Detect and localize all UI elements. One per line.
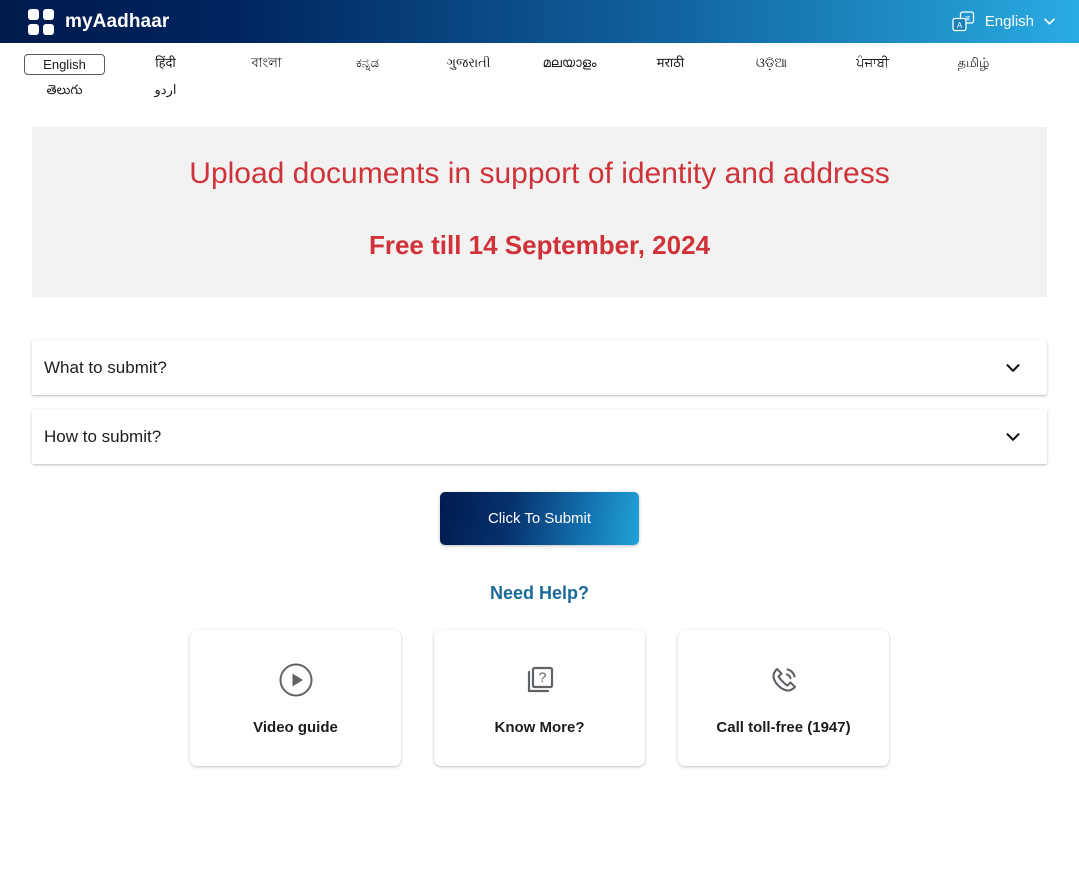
language-tab[interactable]: ગુજરાતી xyxy=(418,51,519,74)
help-card-know-more[interactable]: ? Know More? xyxy=(434,630,645,766)
language-tab-label: ಕನ್ನಡ xyxy=(355,55,380,70)
language-tab-label: മലയാളം xyxy=(542,55,597,70)
question-cards-icon: ? xyxy=(527,666,553,693)
language-tab[interactable]: मराठी xyxy=(620,51,721,74)
help-card-label: Video guide xyxy=(253,719,338,736)
chevron-down-icon xyxy=(1044,18,1055,25)
language-tab[interactable]: తెలుగు xyxy=(14,78,115,101)
app-header: myAadhaar अ A English xyxy=(0,0,1079,43)
language-tab[interactable]: தமிழ் xyxy=(923,51,1024,74)
banner-headline: Upload documents in support of identity … xyxy=(189,157,890,190)
language-tab-label: हिंदी xyxy=(155,55,176,70)
notice-banner: Upload documents in support of identity … xyxy=(32,127,1047,297)
language-tab-label: ગુજરાતી xyxy=(446,55,491,70)
brand-title: myAadhaar xyxy=(65,10,170,32)
language-tab-label: اردو xyxy=(154,82,177,97)
language-tab[interactable]: ಕನ್ನಡ xyxy=(317,51,418,74)
language-tab[interactable]: മലയാളം xyxy=(519,51,620,74)
language-tab-label: தமிழ் xyxy=(957,55,990,70)
chevron-down-icon[interactable] xyxy=(1003,358,1023,378)
svg-text:A: A xyxy=(957,20,963,29)
language-tab-label: ଓଡ଼ିଆ xyxy=(755,55,788,70)
accordion-title: How to submit? xyxy=(44,426,162,446)
chevron-down-icon[interactable] xyxy=(1003,427,1023,447)
svg-text:?: ? xyxy=(538,669,546,685)
language-tab[interactable]: اردو xyxy=(115,78,216,101)
help-card-label: Call toll-free (1947) xyxy=(716,719,851,736)
accordion-title: What to submit? xyxy=(44,357,167,377)
language-tab[interactable]: ଓଡ଼ିଆ xyxy=(721,51,822,74)
help-card-label: Know More? xyxy=(494,719,585,736)
language-tab-label: తెలుగు xyxy=(46,82,83,97)
accordion-what-to-submit[interactable]: What to submit? xyxy=(32,340,1047,395)
language-tab[interactable]: हिंदी xyxy=(115,51,216,74)
language-tab-label: मराठी xyxy=(656,55,685,70)
language-tabs-bar: English हिंदी বাংলা ಕನ್ನಡ ગુજરાતી മലയാളം मराठी… xyxy=(0,43,1079,127)
brand: myAadhaar xyxy=(28,8,170,35)
click-to-submit-button[interactable]: Click To Submit xyxy=(440,492,639,545)
help-card-call-toll-free[interactable]: Call toll-free (1947) xyxy=(678,630,889,766)
play-circle-icon xyxy=(279,663,312,697)
language-tab-label: English xyxy=(24,54,105,75)
language-tab-label: বাংলা xyxy=(251,55,282,70)
translate-icon: अ A xyxy=(952,10,974,31)
language-tabs-list: English हिंदी বাংলা ಕನ್ನಡ ગુજરાતી മലയാളം मराठी… xyxy=(14,51,1065,101)
language-tab[interactable]: ਪੰਜਾਬੀ xyxy=(822,51,923,74)
faq-accordion-group: What to submit? How to submit? xyxy=(32,340,1047,464)
submit-section: Click To Submit xyxy=(0,492,1079,545)
help-cards: Video guide ? Know More? Call toll-free … xyxy=(0,630,1079,766)
language-selector[interactable]: अ A English xyxy=(951,10,1057,33)
help-card-video-guide[interactable]: Video guide xyxy=(190,630,401,766)
accordion-how-to-submit[interactable]: How to submit? xyxy=(32,409,1047,464)
phone-ring-icon xyxy=(771,667,796,692)
grid-squares-logo-icon xyxy=(28,8,54,35)
banner-subheadline: Free till 14 September, 2024 xyxy=(368,230,711,260)
language-tab[interactable]: English xyxy=(14,51,115,78)
language-tab[interactable]: বাংলা xyxy=(216,51,317,74)
language-tab-label: ਪੰਜਾਬੀ xyxy=(856,55,889,70)
need-help-heading: Need Help? xyxy=(489,583,590,603)
language-selector-value: English xyxy=(984,13,1034,30)
